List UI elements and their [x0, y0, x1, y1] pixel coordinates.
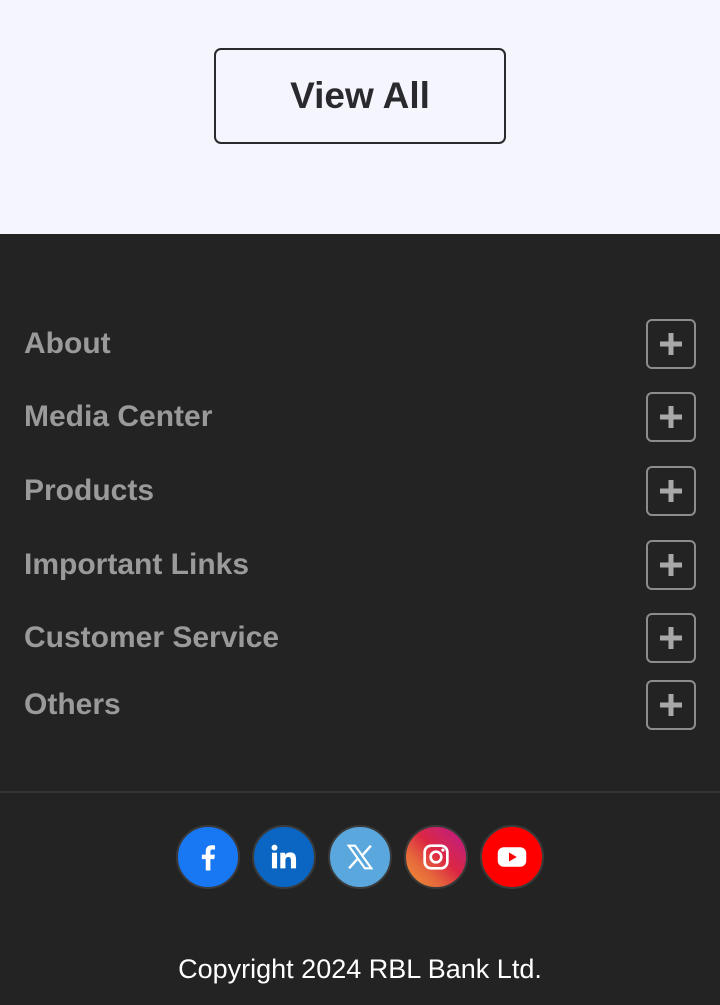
instagram-icon[interactable]	[404, 825, 468, 889]
footer: About Media Center Products Important Li…	[0, 234, 720, 1005]
top-section: View All	[0, 0, 720, 234]
accordion-important-links[interactable]: Important Links	[0, 540, 720, 590]
accordion-customer-service[interactable]: Customer Service	[0, 613, 720, 663]
facebook-icon[interactable]	[176, 825, 240, 889]
accordion-label: Media Center	[24, 400, 213, 433]
accordion-products[interactable]: Products	[0, 466, 720, 516]
social-links	[176, 825, 544, 889]
plus-icon	[660, 627, 682, 649]
accordion-label: Important Links	[24, 548, 250, 581]
expand-button[interactable]	[646, 319, 696, 369]
linkedin-icon[interactable]	[252, 825, 316, 889]
accordion-others[interactable]: Others	[0, 680, 720, 730]
expand-button[interactable]	[646, 540, 696, 590]
plus-icon	[660, 333, 682, 355]
accordion-media-center[interactable]: Media Center	[0, 392, 720, 442]
view-all-button[interactable]: View All	[214, 48, 506, 144]
x-twitter-icon[interactable]	[328, 825, 392, 889]
accordion-label: Customer Service	[24, 621, 280, 654]
plus-icon	[660, 480, 682, 502]
accordion-about[interactable]: About	[0, 319, 720, 369]
accordion-label: Products	[24, 474, 155, 507]
copyright-text: Copyright 2024 RBL Bank Ltd.	[178, 954, 542, 984]
footer-divider	[0, 791, 720, 793]
plus-icon	[660, 694, 682, 716]
expand-button[interactable]	[646, 613, 696, 663]
youtube-icon[interactable]	[480, 825, 544, 889]
plus-icon	[660, 554, 682, 576]
expand-button[interactable]	[646, 392, 696, 442]
accordion-label: About	[24, 327, 111, 360]
expand-button[interactable]	[646, 466, 696, 516]
expand-button[interactable]	[646, 680, 696, 730]
accordion-label: Others	[24, 688, 121, 721]
plus-icon	[660, 406, 682, 428]
